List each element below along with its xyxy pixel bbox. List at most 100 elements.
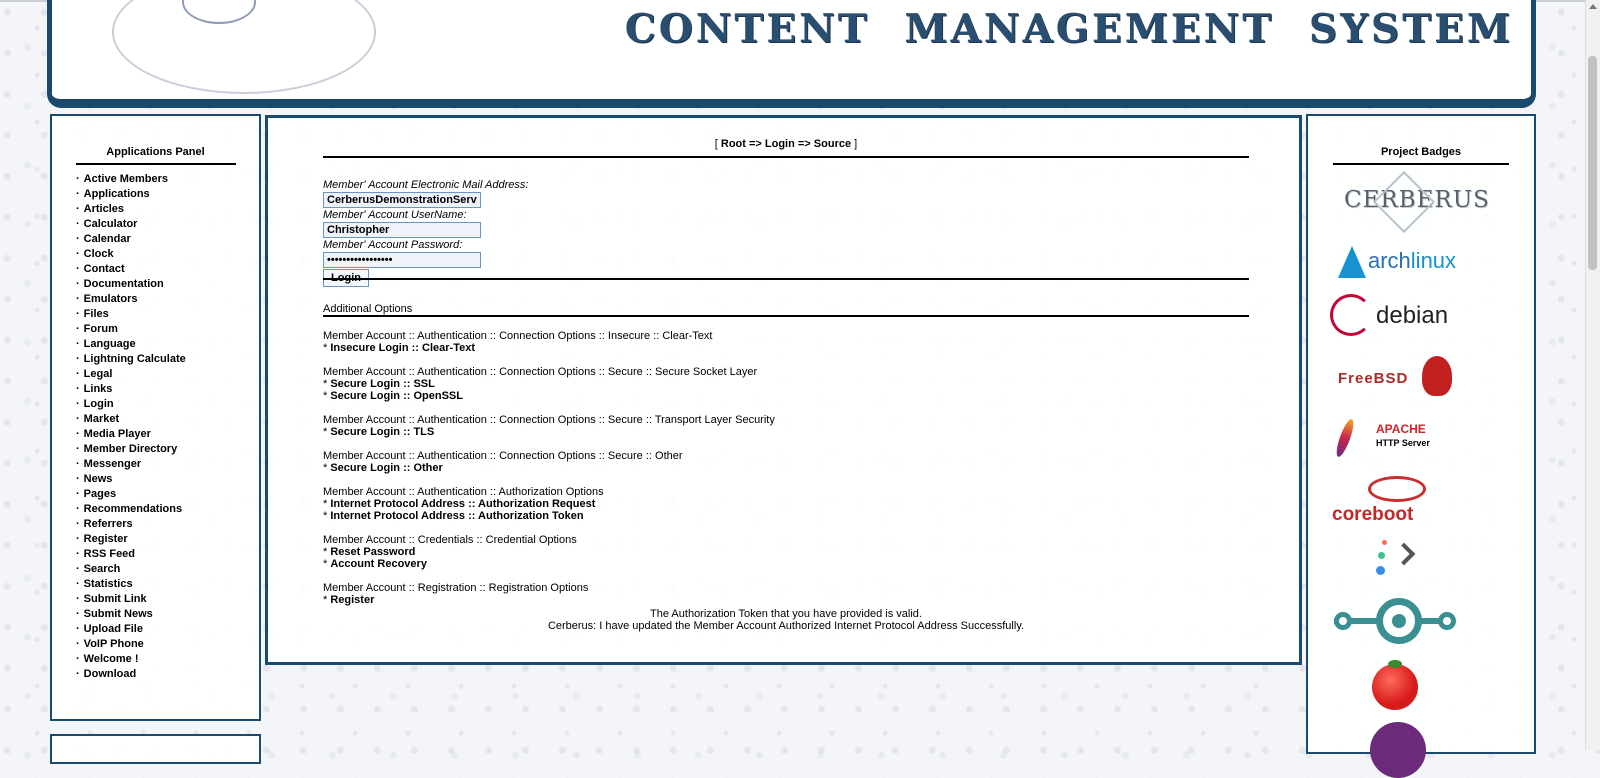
site-title: CONTENT MANAGEMENT SYSTEM <box>624 6 1513 52</box>
option-group: Member Account :: Credentials :: Credent… <box>323 534 775 570</box>
cerberus-badge[interactable]: CERBERUS <box>1344 170 1489 234</box>
app-link[interactable]: Calendar <box>84 233 131 245</box>
app-link[interactable]: Statistics <box>84 578 133 590</box>
app-link[interactable]: Recommendations <box>84 503 182 515</box>
debian-badge[interactable]: debian <box>1330 294 1460 342</box>
bullet-icon: · <box>76 203 80 215</box>
app-link[interactable]: Market <box>84 413 119 425</box>
bullet-icon: · <box>76 548 80 560</box>
dots-chevron-badge[interactable] <box>1374 540 1434 582</box>
status-messages: The Authorization Token that you have pr… <box>323 608 1249 632</box>
app-link[interactable]: Forum <box>84 323 118 335</box>
bullet-icon: · <box>76 563 80 575</box>
option-link[interactable]: Reset Password <box>330 546 415 558</box>
option-group: Member Account :: Authentication :: Conn… <box>323 366 775 402</box>
app-list-item: · News <box>76 472 259 487</box>
coreboot-badge[interactable]: coreboot <box>1332 476 1462 528</box>
lineageos-badge[interactable] <box>1334 598 1458 650</box>
freebsd-text: FreeBSD <box>1338 370 1409 387</box>
option-link[interactable]: Register <box>330 594 374 606</box>
username-field[interactable] <box>323 222 481 238</box>
app-link[interactable]: Legal <box>84 368 113 380</box>
lineage-core-icon <box>1392 614 1406 628</box>
app-link[interactable]: Media Player <box>84 428 151 440</box>
app-list-item: · Submit News <box>76 607 259 622</box>
bullet-icon: · <box>76 278 80 290</box>
option-link[interactable]: Secure Login :: Other <box>330 462 442 474</box>
app-list-item: · Forum <box>76 322 259 337</box>
bullet-icon: · <box>76 218 80 230</box>
app-link[interactable]: Active Members <box>84 173 168 185</box>
app-link[interactable]: Download <box>84 668 137 680</box>
app-link[interactable]: Documentation <box>84 278 164 290</box>
app-link[interactable]: Welcome ! <box>84 653 139 665</box>
app-list-item: · Calendar <box>76 232 259 247</box>
bullet-icon: · <box>76 623 80 635</box>
app-link[interactable]: Language <box>84 338 136 350</box>
option-row: * Internet Protocol Address :: Authoriza… <box>323 510 775 522</box>
app-link[interactable]: Submit Link <box>84 593 147 605</box>
option-group: Member Account :: Authentication :: Conn… <box>323 450 775 474</box>
email-field[interactable] <box>323 192 481 208</box>
app-link[interactable]: Contact <box>84 263 125 275</box>
app-link[interactable]: Articles <box>84 203 124 215</box>
option-link[interactable]: Secure Login :: SSL <box>330 378 435 390</box>
app-link[interactable]: Pages <box>84 488 116 500</box>
bullet-icon: · <box>76 338 80 350</box>
scroll-up-arrow-icon[interactable] <box>1589 4 1597 9</box>
option-row: * Secure Login :: TLS <box>323 426 775 438</box>
bullet-icon: · <box>76 668 80 680</box>
debian-text: debian <box>1376 302 1449 329</box>
option-link[interactable]: Secure Login :: TLS <box>330 426 434 438</box>
bullet-icon: · <box>76 488 80 500</box>
option-row: * Secure Login :: SSL <box>323 378 775 390</box>
scrollbar-thumb[interactable] <box>1588 56 1597 270</box>
app-link[interactable]: Register <box>84 533 128 545</box>
app-link[interactable]: News <box>84 473 113 485</box>
secondary-left-panel <box>50 734 261 764</box>
status-line-updated: Cerberus: I have updated the Member Acco… <box>547 620 1025 632</box>
tomato-badge[interactable] <box>1372 660 1418 710</box>
app-link[interactable]: Referrers <box>84 518 133 530</box>
app-link[interactable]: Links <box>84 383 113 395</box>
app-list-item: · Documentation <box>76 277 259 292</box>
option-link[interactable]: Internet Protocol Address :: Authorizati… <box>330 510 583 522</box>
app-link[interactable]: Messenger <box>84 458 141 470</box>
bullet-icon: · <box>76 173 80 185</box>
option-link[interactable]: Insecure Login :: Clear-Text <box>330 342 475 354</box>
app-link[interactable]: Clock <box>84 248 114 260</box>
dot-icon-blue <box>1376 566 1385 575</box>
freebsd-badge[interactable]: FreeBSD <box>1338 354 1468 408</box>
app-link[interactable]: Applications <box>84 188 150 200</box>
option-group: Member Account :: Authentication :: Conn… <box>323 330 775 354</box>
bullet-icon: · <box>76 608 80 620</box>
app-link[interactable]: Lightning Calculate <box>84 353 186 365</box>
app-link[interactable]: Login <box>84 398 114 410</box>
purple-circle-badge[interactable] <box>1370 722 1426 778</box>
breadcrumb-path: Root => Login => Source <box>720 138 852 150</box>
apache-badge[interactable]: APACHE HTTP Server <box>1333 414 1466 462</box>
option-group-heading: Member Account :: Credentials :: Credent… <box>323 534 577 546</box>
app-link[interactable]: Upload File <box>84 623 143 635</box>
arch-logo-icon <box>1338 246 1366 279</box>
bullet-icon: · <box>76 653 80 665</box>
archlinux-badge[interactable]: archlinux <box>1338 242 1458 280</box>
page-scrollbar[interactable] <box>1585 0 1600 750</box>
password-field[interactable] <box>323 252 481 268</box>
app-link[interactable]: Submit News <box>84 608 153 620</box>
app-list-item: · Pages <box>76 487 259 502</box>
option-link[interactable]: Account Recovery <box>330 558 427 570</box>
option-link[interactable]: Internet Protocol Address :: Authorizati… <box>330 498 595 510</box>
options-divider <box>323 315 1249 317</box>
bullet-icon: · <box>76 428 80 440</box>
app-link[interactable]: VoIP Phone <box>84 638 144 650</box>
http-server-text: HTTP Server <box>1376 438 1430 448</box>
app-link[interactable]: RSS Feed <box>84 548 135 560</box>
app-link[interactable]: Emulators <box>84 293 138 305</box>
app-link[interactable]: Member Directory <box>84 443 178 455</box>
app-link[interactable]: Search <box>84 563 121 575</box>
app-link[interactable]: Files <box>84 308 109 320</box>
app-link[interactable]: Calculator <box>84 218 138 230</box>
option-link[interactable]: Secure Login :: OpenSSL <box>330 390 463 402</box>
email-label: Member' Account Electronic Mail Address: <box>323 179 529 191</box>
